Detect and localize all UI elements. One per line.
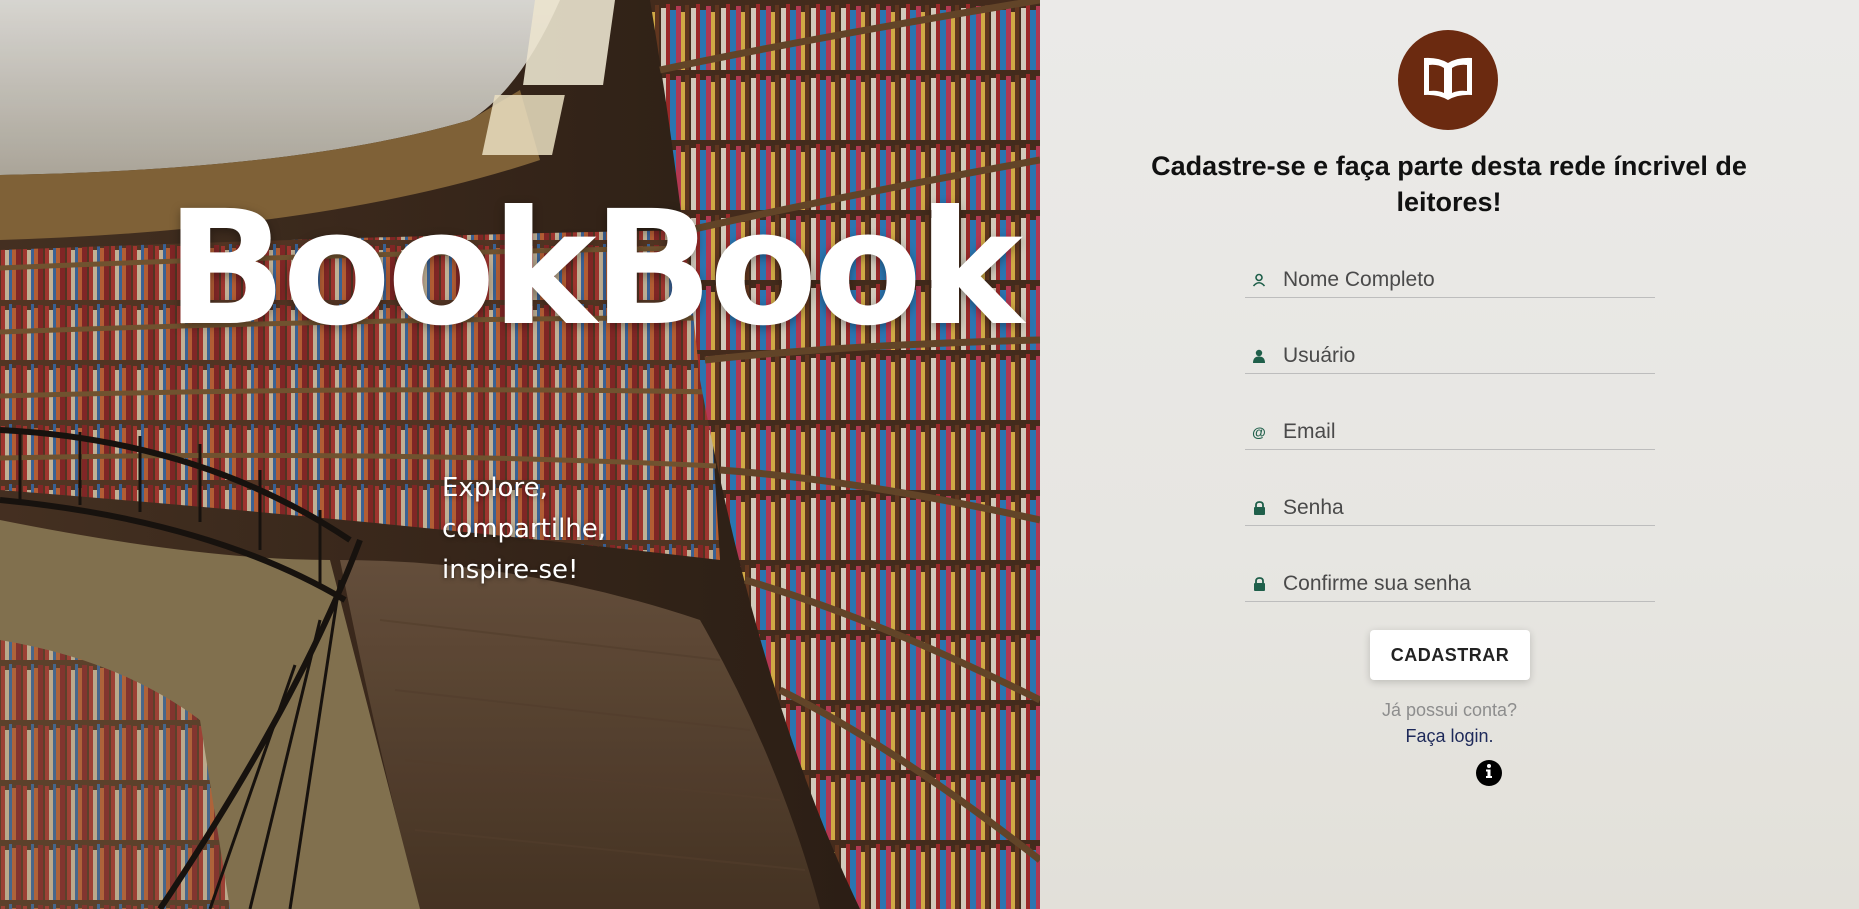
email-field: @ [1245,414,1655,450]
confirm-password-input[interactable] [1273,566,1655,601]
tagline-line: inspire-se! [442,555,579,585]
password-field [1245,490,1655,526]
at-icon: @ [1252,423,1266,440]
brand-title: BookBook [166,177,1023,361]
signup-panel: Cadastre-se e faça parte desta rede íncr… [1040,0,1859,909]
library-background-image [0,0,1040,909]
info-icon [1482,763,1496,784]
info-button[interactable] [1476,760,1502,786]
full-name-input[interactable] [1273,262,1655,297]
email-input[interactable] [1273,414,1655,449]
lock-icon [1245,490,1273,525]
app-logo [1398,30,1498,130]
login-link[interactable]: Faça login. [1040,726,1859,747]
hero-tagline: Explore, compartilhe, inspire-se! [442,468,642,591]
confirm-password-field [1245,566,1655,602]
user-outline-icon [1245,262,1273,297]
username-field [1245,338,1655,374]
password-input[interactable] [1273,490,1655,525]
open-book-icon [1420,55,1476,106]
tagline-line: Explore, [442,473,548,503]
user-icon [1245,338,1273,373]
signup-headline: Cadastre-se e faça parte desta rede íncr… [1151,151,1747,217]
signup-form: @ [1245,262,1655,642]
register-button[interactable]: CADASTRAR [1370,630,1530,680]
hero-section: BookBook Explore, compartilhe, inspire-s… [0,0,1040,909]
already-have-account-text: Já possui conta? [1381,700,1518,720]
tagline-line: compartilhe, [442,514,607,544]
lock-icon [1245,566,1273,601]
username-input[interactable] [1273,338,1655,373]
full-name-field [1245,262,1655,298]
